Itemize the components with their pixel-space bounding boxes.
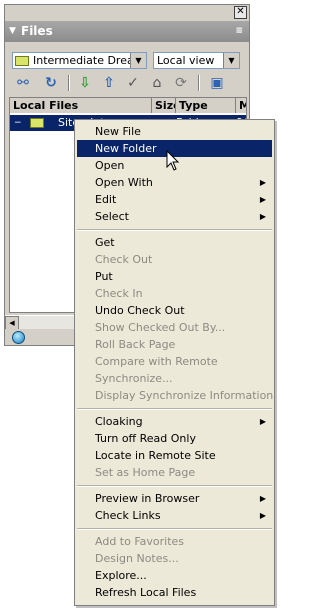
menu-item-locate-in-remote-site[interactable]: Locate in Remote Site xyxy=(77,447,272,464)
menu-item-label: Synchronize... xyxy=(95,372,173,385)
menu-item-label: Set as Home Page xyxy=(95,466,196,479)
menu-item-set-as-home-page: Set as Home Page xyxy=(77,464,272,481)
panel-grip-bar[interactable]: ✕ xyxy=(5,5,249,20)
chevron-down-icon[interactable]: ▼ xyxy=(223,53,239,68)
menu-item-label: Roll Back Page xyxy=(95,338,176,351)
menu-item-new-file[interactable]: New File xyxy=(77,123,272,140)
connect-icon[interactable]: ⚯ xyxy=(14,74,32,92)
panel-titlebar[interactable]: ▼ Files ≡ xyxy=(5,21,249,42)
mouse-pointer-icon xyxy=(166,150,180,171)
menu-item-get[interactable]: Get xyxy=(77,234,272,251)
site-folder-icon xyxy=(15,56,29,66)
menu-separator xyxy=(77,229,272,231)
context-menu: New File New Folder Open Open With ▶ Edit ▶ Sel… xyxy=(74,119,275,606)
menu-item-label: Display Synchronize Information xyxy=(95,389,274,402)
site-dropdown[interactable]: Intermediate Dream ▼ xyxy=(12,52,147,69)
toolbar-divider xyxy=(198,75,200,91)
expand-panel-icon[interactable]: ▣ xyxy=(208,74,226,92)
check-out-icon[interactable]: ✓ xyxy=(124,74,142,92)
menu-item-label: Explore... xyxy=(95,569,147,582)
refresh-icon[interactable]: ↻ xyxy=(42,74,60,92)
collapse-triangle-icon[interactable]: ▼ xyxy=(9,21,16,42)
submenu-arrow-icon: ▶ xyxy=(259,212,266,221)
submenu-arrow-icon: ▶ xyxy=(259,178,266,187)
panel-title: Files xyxy=(21,24,53,38)
close-panel-button[interactable]: ✕ xyxy=(234,6,247,19)
column-header-size[interactable]: Size xyxy=(152,98,176,113)
menu-item-undo-check-out[interactable]: Undo Check Out xyxy=(77,302,272,319)
menu-item-check-out: Check Out xyxy=(77,251,272,268)
menu-item-display-synchronize-information: Display Synchronize Information xyxy=(77,387,274,404)
menu-item-label: New File xyxy=(95,125,141,138)
menu-item-check-links[interactable]: Check Links ▶ xyxy=(77,507,272,524)
menu-item-label: Turn off Read Only xyxy=(95,432,196,445)
menu-item-label: Check Out xyxy=(95,253,153,266)
menu-item-label: Refresh Local Files xyxy=(95,586,197,599)
menu-item-label: Locate in Remote Site xyxy=(95,449,216,462)
menu-item-label: Check Links xyxy=(95,509,161,522)
menu-item-put[interactable]: Put xyxy=(77,268,272,285)
globe-icon[interactable] xyxy=(12,331,25,344)
menu-item-label: Check In xyxy=(95,287,143,300)
menu-item-turn-off-read-only[interactable]: Turn off Read Only xyxy=(77,430,272,447)
menu-item-label: Put xyxy=(95,270,113,283)
chevron-down-icon[interactable]: ▼ xyxy=(130,53,146,68)
submenu-arrow-icon: ▶ xyxy=(259,195,266,204)
view-dropdown[interactable]: Local view ▼ xyxy=(153,52,240,69)
menu-item-add-to-favorites: Add to Favorites xyxy=(77,533,272,550)
menu-item-label: Add to Favorites xyxy=(95,535,185,548)
scroll-left-icon[interactable]: ◀ xyxy=(5,316,19,330)
menu-item-open-with[interactable]: Open With ▶ xyxy=(77,174,272,191)
menu-separator xyxy=(77,408,272,410)
menu-item-label: Undo Check Out xyxy=(95,304,185,317)
menu-separator xyxy=(77,485,272,487)
tree-collapse-icon[interactable]: − xyxy=(14,115,22,131)
site-dropdown-value: Intermediate Dream xyxy=(33,54,145,67)
submenu-arrow-icon: ▶ xyxy=(259,511,266,520)
menu-item-explore[interactable]: Explore... xyxy=(77,567,272,584)
menu-item-label: New Folder xyxy=(95,142,157,155)
menu-item-cloaking[interactable]: Cloaking ▶ xyxy=(77,413,272,430)
files-toolbar: ⚯ ↻ ⇩ ⇧ ✓ ⌂ ⟳ ▣ xyxy=(12,73,244,95)
menu-item-select[interactable]: Select ▶ xyxy=(77,208,272,225)
panel-options-icon[interactable]: ≡ xyxy=(235,21,243,42)
put-up-arrow-icon[interactable]: ⇧ xyxy=(100,74,118,92)
menu-item-label: Get xyxy=(95,236,115,249)
synchronize-icon[interactable]: ⟳ xyxy=(172,74,190,92)
menu-item-compare-with-remote: Compare with Remote xyxy=(77,353,272,370)
menu-item-label: Cloaking xyxy=(95,415,143,428)
column-header-type[interactable]: Type xyxy=(176,98,236,113)
menu-item-refresh-local-files[interactable]: Refresh Local Files xyxy=(77,584,272,601)
menu-item-label: Design Notes... xyxy=(95,552,179,565)
menu-item-check-in: Check In xyxy=(77,285,272,302)
menu-item-label: Select xyxy=(95,210,129,223)
column-header-modified[interactable]: M xyxy=(236,98,246,113)
check-in-icon[interactable]: ⌂ xyxy=(148,74,166,92)
submenu-arrow-icon: ▶ xyxy=(259,417,266,426)
menu-item-label: Show Checked Out By... xyxy=(95,321,226,334)
view-dropdown-value: Local view xyxy=(157,54,215,67)
menu-item-label: Open With xyxy=(95,176,153,189)
submenu-arrow-icon: ▶ xyxy=(259,494,266,503)
menu-item-label: Open xyxy=(95,159,125,172)
get-down-arrow-icon[interactable]: ⇩ xyxy=(76,74,94,92)
menu-separator xyxy=(77,528,272,530)
menu-item-label: Compare with Remote xyxy=(95,355,218,368)
menu-item-edit[interactable]: Edit ▶ xyxy=(77,191,272,208)
toolbar-divider xyxy=(68,75,70,91)
menu-item-roll-back-page: Roll Back Page xyxy=(77,336,272,353)
menu-item-show-checked-out-by: Show Checked Out By... xyxy=(77,319,272,336)
menu-item-label: Preview in Browser xyxy=(95,492,200,505)
folder-icon xyxy=(30,118,44,128)
file-list-header: Local Files Size Type M xyxy=(10,98,246,113)
menu-item-label: Edit xyxy=(95,193,117,206)
column-header-local-files[interactable]: Local Files xyxy=(10,98,152,113)
menu-item-design-notes: Design Notes... xyxy=(77,550,272,567)
menu-item-synchronize: Synchronize... xyxy=(77,370,272,387)
menu-item-preview-in-browser[interactable]: Preview in Browser ▶ xyxy=(77,490,272,507)
